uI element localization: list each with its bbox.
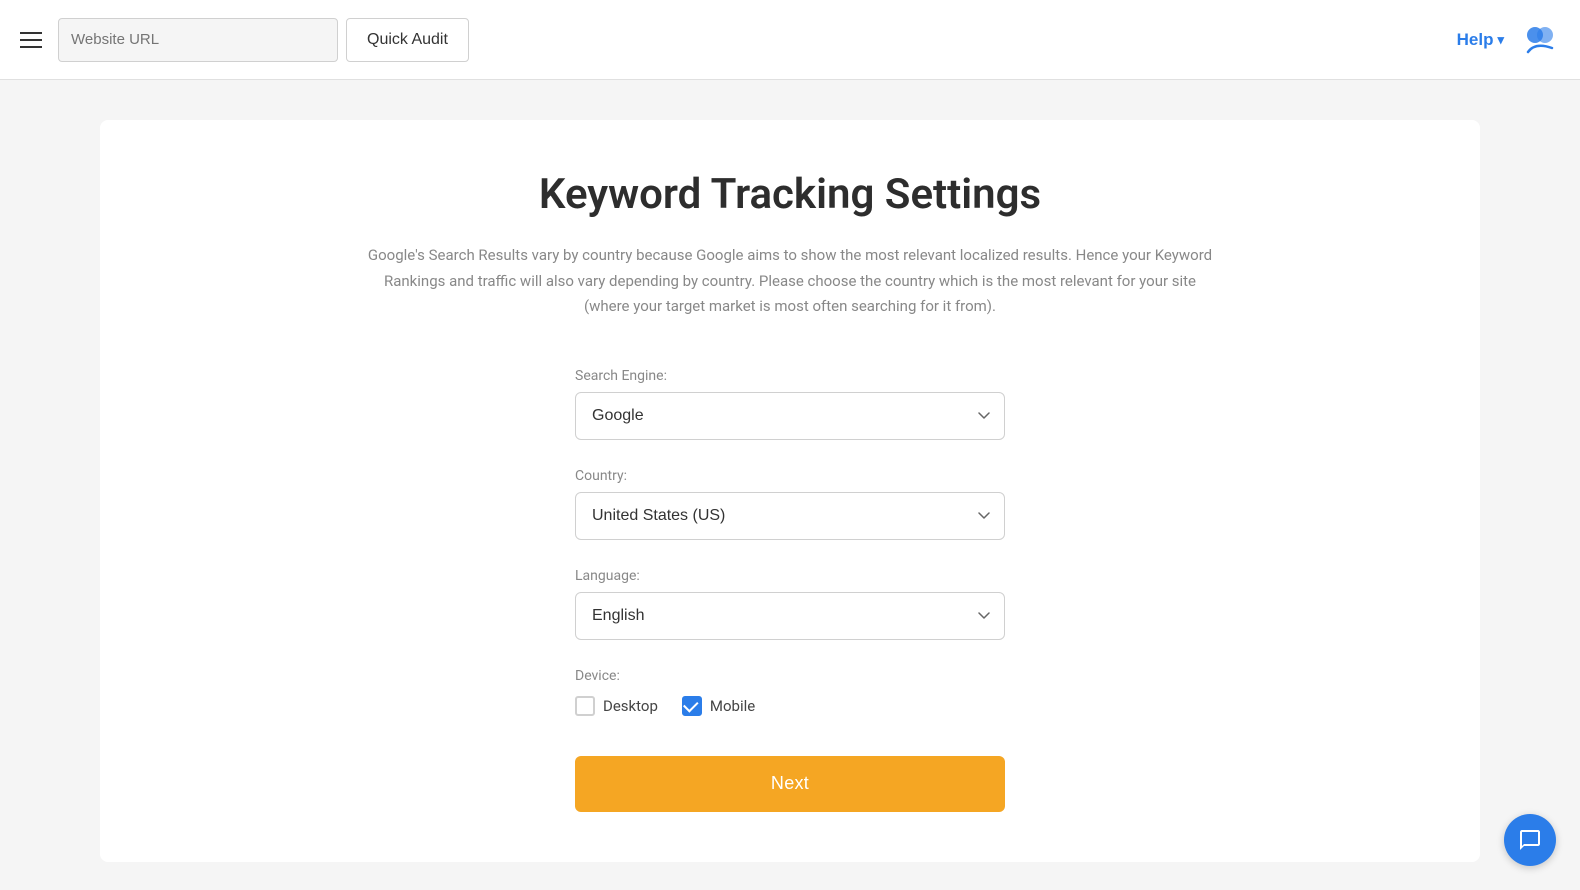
page-description: Google's Search Results vary by country … — [360, 243, 1220, 320]
mobile-option[interactable]: Mobile — [682, 696, 755, 716]
device-label: Device: — [575, 668, 1005, 684]
desktop-checkbox[interactable] — [575, 696, 595, 716]
help-button[interactable]: Help ▾ — [1457, 30, 1504, 50]
language-label: Language: — [575, 568, 1005, 584]
country-select[interactable]: United States (US) United Kingdom (UK) C… — [575, 492, 1005, 540]
desktop-option[interactable]: Desktop — [575, 696, 658, 716]
search-engine-label: Search Engine: — [575, 368, 1005, 384]
mobile-label: Mobile — [710, 697, 755, 715]
next-button[interactable]: Next — [575, 756, 1005, 812]
main-content: Keyword Tracking Settings Google's Searc… — [0, 80, 1580, 890]
country-label: Country: — [575, 468, 1005, 484]
form-section: Search Engine: Google Bing Yahoo Country… — [575, 368, 1005, 812]
device-section: Device: Desktop Mobile — [575, 668, 1005, 716]
mobile-checkbox[interactable] — [682, 696, 702, 716]
language-field-group: Language: English Spanish French German — [575, 568, 1005, 640]
settings-card: Keyword Tracking Settings Google's Searc… — [100, 120, 1480, 862]
url-input[interactable] — [58, 18, 338, 62]
quick-audit-button[interactable]: Quick Audit — [346, 18, 469, 62]
header-right: Help ▾ — [1457, 20, 1560, 60]
header: Quick Audit Help ▾ — [0, 0, 1580, 80]
search-engine-field-group: Search Engine: Google Bing Yahoo — [575, 368, 1005, 440]
chat-button[interactable] — [1504, 814, 1556, 866]
hamburger-menu-icon[interactable] — [20, 32, 42, 48]
country-field-group: Country: United States (US) United Kingd… — [575, 468, 1005, 540]
page-title: Keyword Tracking Settings — [539, 170, 1041, 219]
desktop-label: Desktop — [603, 697, 658, 715]
search-engine-select[interactable]: Google Bing Yahoo — [575, 392, 1005, 440]
language-select[interactable]: English Spanish French German — [575, 592, 1005, 640]
device-options: Desktop Mobile — [575, 696, 1005, 716]
help-chevron-icon: ▾ — [1497, 32, 1504, 48]
user-avatar[interactable] — [1520, 20, 1560, 60]
